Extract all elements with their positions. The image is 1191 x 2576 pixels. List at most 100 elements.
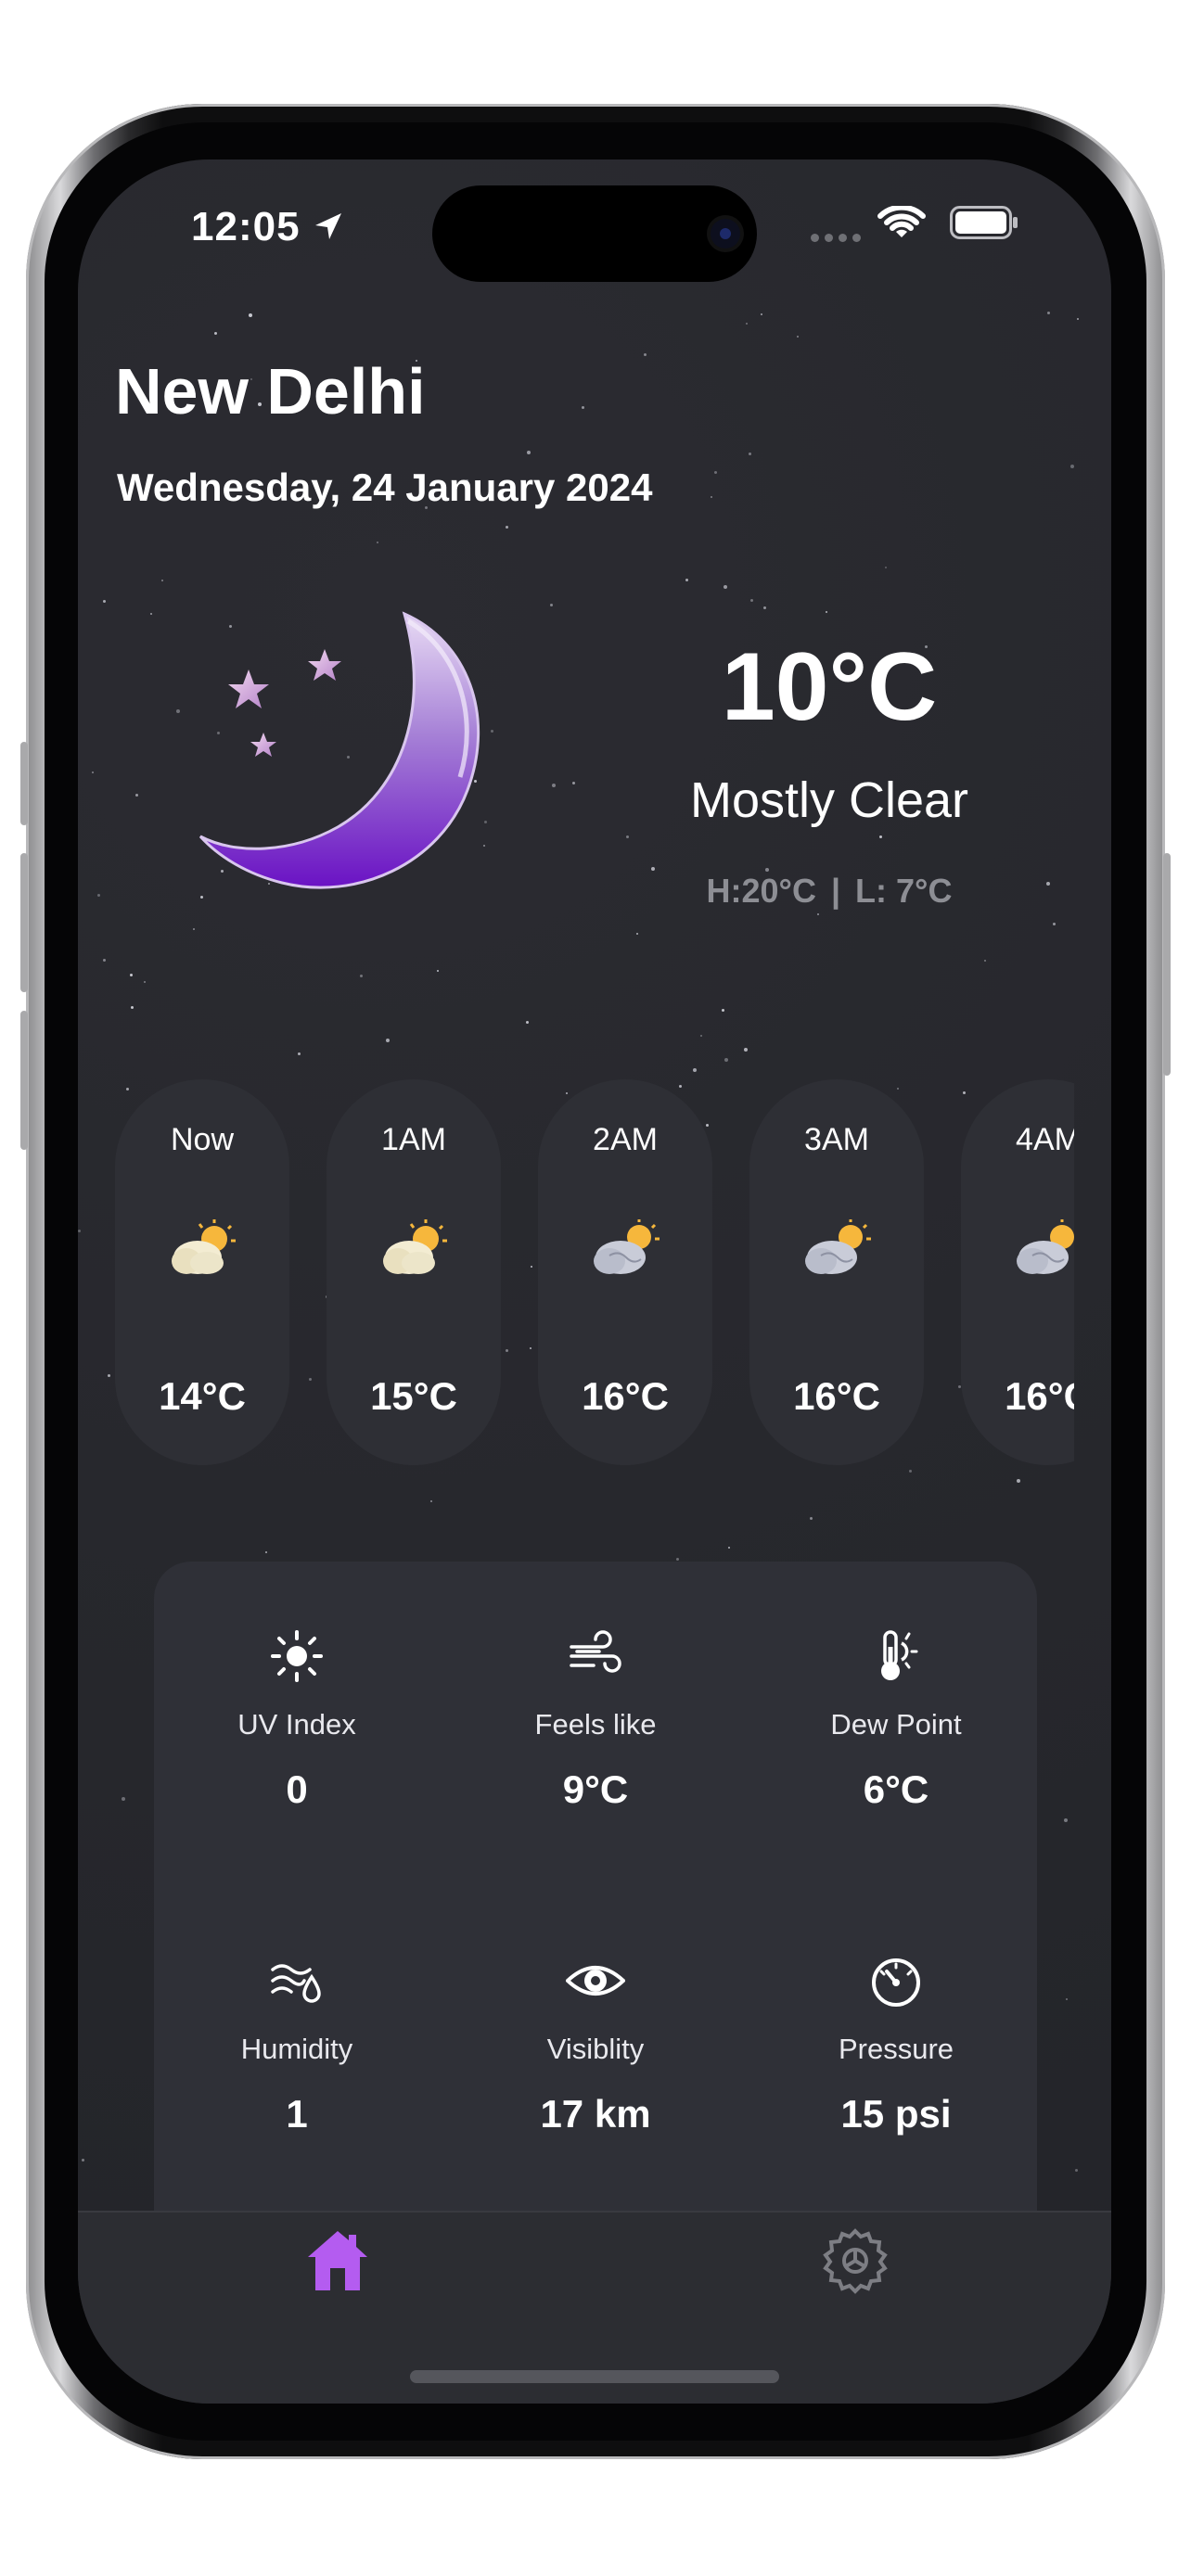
star-dot bbox=[359, 975, 363, 978]
star-dot bbox=[143, 980, 146, 983]
star-dot bbox=[884, 566, 887, 568]
star-dot bbox=[572, 782, 576, 785]
city-name: New Delhi bbox=[115, 355, 426, 427]
star-dot bbox=[817, 912, 820, 915]
metric-value: 6°C bbox=[863, 1767, 929, 1811]
current-temperature: 10°C bbox=[721, 633, 938, 741]
metric-uv-index: UV Index 0 bbox=[167, 1626, 427, 1812]
metric-feels-like: Feels like 9°C bbox=[466, 1626, 725, 1812]
tab-bar bbox=[78, 2211, 1111, 2404]
hourly-forecast-scroller[interactable]: Now 14°C 1AM 15°C 2AM 16°C 3AM 16°C 4AM … bbox=[115, 1079, 1074, 1473]
star-dot bbox=[526, 1021, 530, 1025]
hour-label: 1AM bbox=[381, 1122, 446, 1157]
signal-icon bbox=[811, 234, 861, 242]
star-dot bbox=[160, 580, 163, 582]
star-dot bbox=[796, 335, 799, 338]
hour-label: 3AM bbox=[804, 1122, 869, 1157]
cloudy-sun-icon bbox=[1017, 1219, 1074, 1274]
moon-stars-icon bbox=[198, 611, 480, 889]
metric-visibility: Visiblity 17 km bbox=[466, 1951, 725, 2136]
star-dot bbox=[552, 783, 557, 787]
front-camera bbox=[711, 219, 740, 249]
star-dot bbox=[97, 893, 101, 897]
star-dot bbox=[710, 495, 712, 498]
metric-label: Feels like bbox=[534, 1708, 657, 1741]
star-dot bbox=[643, 353, 647, 357]
star-dot bbox=[879, 835, 883, 839]
star-dot bbox=[103, 958, 107, 962]
star-dot bbox=[130, 973, 134, 976]
wifi-icon bbox=[877, 206, 926, 237]
hour-card[interactable]: 1AM 15°C bbox=[327, 1079, 501, 1465]
star-dot bbox=[1065, 1997, 1068, 2000]
star-dot bbox=[550, 604, 553, 607]
hour-temperature: 16°C bbox=[582, 1374, 669, 1418]
metric-value: 0 bbox=[286, 1767, 308, 1811]
app-screen: 12:05 New Delhi Wednesday, 24 January 20… bbox=[78, 159, 1111, 2404]
home-icon[interactable] bbox=[304, 2227, 371, 2294]
star-dot bbox=[749, 599, 753, 603]
home-indicator bbox=[410, 2370, 779, 2383]
hour-card[interactable]: 4AM 16°C bbox=[961, 1079, 1074, 1465]
star-dot bbox=[761, 312, 763, 315]
star-dot bbox=[176, 709, 181, 714]
star-dot bbox=[724, 1057, 728, 1062]
metric-label: Visiblity bbox=[546, 2033, 645, 2065]
star-dot bbox=[122, 1797, 126, 1802]
current-date: Wednesday, 24 January 2024 bbox=[117, 465, 653, 509]
star-dot bbox=[826, 610, 828, 613]
volume-down-button bbox=[20, 1011, 28, 1150]
star-dot bbox=[727, 1546, 730, 1549]
star-dot bbox=[527, 450, 531, 454]
battery-icon bbox=[950, 206, 1018, 239]
star-dot bbox=[693, 1067, 698, 1072]
star-dot bbox=[108, 1374, 111, 1378]
hour-card[interactable]: 2AM 16°C bbox=[538, 1079, 712, 1465]
star-dot bbox=[385, 1038, 390, 1042]
star-dot bbox=[625, 835, 629, 839]
star-dot bbox=[809, 1516, 813, 1520]
star-dot bbox=[1046, 311, 1050, 314]
gear-icon[interactable] bbox=[822, 2227, 889, 2294]
hour-card[interactable]: Now 14°C bbox=[115, 1079, 289, 1465]
high-temperature: H:20°C bbox=[706, 872, 816, 910]
star-dot bbox=[505, 525, 508, 529]
star-dot bbox=[1046, 882, 1051, 886]
high-low-temperature: H:20°C | L: 7°C bbox=[634, 872, 1024, 911]
star-dot bbox=[700, 1034, 703, 1037]
star-dot bbox=[582, 406, 585, 410]
cloudy-sun-icon bbox=[805, 1219, 871, 1274]
dynamic-island bbox=[432, 185, 757, 282]
star-dot bbox=[635, 932, 638, 935]
star-dot bbox=[743, 1048, 748, 1052]
hour-card[interactable]: 3AM 16°C bbox=[749, 1079, 924, 1465]
star-dot bbox=[765, 867, 770, 872]
star-dot bbox=[1074, 2168, 1078, 2172]
star-dot bbox=[676, 1558, 680, 1562]
hour-temperature: 16°C bbox=[1005, 1374, 1074, 1418]
star-dot bbox=[149, 613, 152, 616]
metric-label: UV Index bbox=[237, 1708, 356, 1741]
metric-value: 9°C bbox=[562, 1767, 629, 1811]
star-dot bbox=[265, 1551, 268, 1554]
star-dot bbox=[1063, 1818, 1068, 1823]
star-dot bbox=[685, 579, 689, 582]
star-dot bbox=[377, 542, 379, 544]
thermometer-sun-icon bbox=[881, 1630, 918, 1680]
humidity-icon bbox=[271, 1964, 321, 2003]
metric-pressure: Pressure 15 psi bbox=[766, 1951, 1026, 2136]
action-button bbox=[20, 742, 28, 825]
status-time: 12:05 bbox=[191, 204, 301, 249]
star-dot bbox=[82, 2159, 85, 2162]
low-temperature: L: 7°C bbox=[855, 872, 953, 910]
star-dot bbox=[745, 322, 748, 325]
eye-icon bbox=[566, 1966, 625, 1996]
metric-dew-point: Dew Point 6°C bbox=[766, 1626, 1026, 1812]
star-dot bbox=[135, 793, 139, 797]
hour-temperature: 16°C bbox=[793, 1374, 880, 1418]
star-dot bbox=[763, 606, 767, 610]
star-dot bbox=[1017, 1479, 1021, 1484]
star-dot bbox=[130, 1005, 134, 1009]
cloudy-sun-icon bbox=[594, 1219, 660, 1274]
sun-icon bbox=[271, 1630, 323, 1682]
